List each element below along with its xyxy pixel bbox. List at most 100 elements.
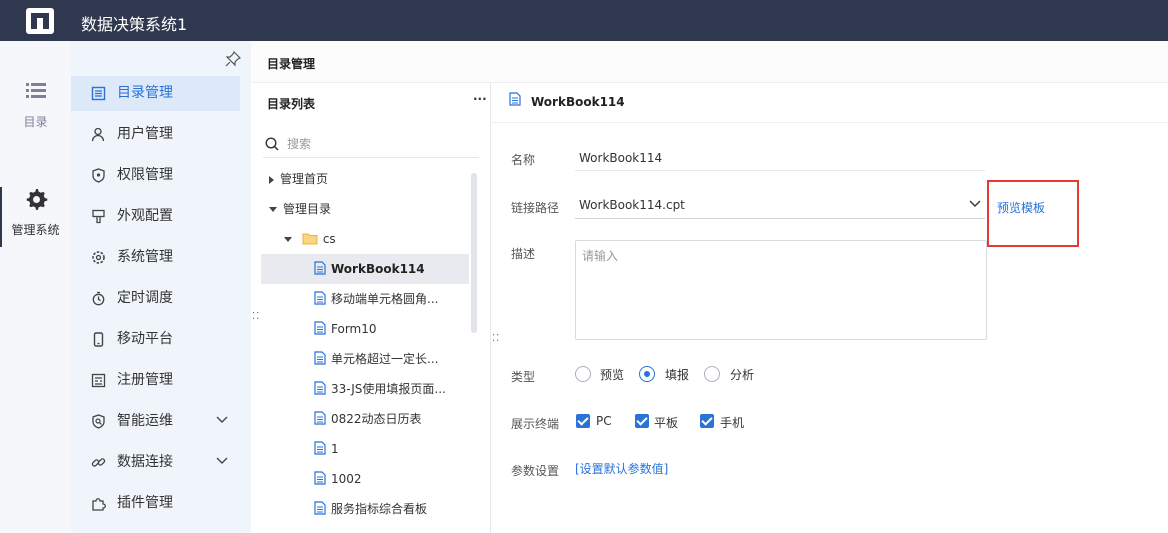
- tree-file[interactable]: 1: [314, 434, 469, 464]
- menu-item-label: 权限管理: [117, 167, 173, 183]
- menu-item-registration[interactable]: 注册管理: [71, 363, 240, 398]
- menu-item-data-connection[interactable]: 数据连接: [71, 445, 240, 480]
- param-label: 参数设置: [511, 464, 560, 478]
- iconbar-catalog[interactable]: 目录: [0, 79, 71, 130]
- brush-icon: [92, 209, 105, 224]
- tree-file[interactable]: Form10: [314, 314, 469, 344]
- tree-node-label: 管理首页: [280, 172, 329, 186]
- timer-icon: [92, 291, 105, 306]
- search-box: [263, 132, 479, 158]
- tree-node[interactable]: 管理目录: [269, 194, 469, 224]
- directory-panel: 目录列表 ··· 管理首页 管理目录 cs WorkBook114 移动端单元格…: [251, 83, 491, 533]
- tree-node[interactable]: 管理首页: [269, 164, 469, 194]
- directory-title: 目录列表: [267, 97, 316, 111]
- tree-node-label: 移动端单元格圆角...: [331, 292, 439, 306]
- resize-handle-icon[interactable]: ⁚⁚: [252, 312, 260, 322]
- tree-node-label: 1002: [331, 472, 362, 486]
- search-icon: [265, 137, 279, 151]
- radio-preview[interactable]: [575, 366, 591, 382]
- icon-sidebar: 目录 管理系统: [0, 41, 71, 533]
- menu-item-label: 目录管理: [117, 85, 173, 101]
- menu-item-schedule[interactable]: 定时调度: [71, 281, 240, 316]
- expand-arrow-icon[interactable]: [269, 175, 274, 184]
- chevron-down-icon[interactable]: [216, 457, 228, 465]
- tree-node-label: 1: [331, 442, 339, 456]
- detail-title: WorkBook114: [531, 95, 625, 109]
- menu-item-label: 智能运维: [117, 413, 173, 429]
- tree-file[interactable]: 0822动态日历表: [314, 404, 469, 434]
- menu-item-permissions[interactable]: 权限管理: [71, 158, 240, 193]
- link-icon: [91, 458, 106, 467]
- file-icon: [314, 501, 326, 515]
- breadcrumb-title: 目录管理: [267, 57, 316, 71]
- menu-item-label: 系统管理: [117, 249, 173, 265]
- path-value: WorkBook114.cpt: [579, 198, 685, 212]
- path-label: 链接路径: [511, 201, 560, 215]
- more-options-icon[interactable]: ···: [473, 92, 487, 106]
- tree-file[interactable]: 1002: [314, 464, 469, 494]
- menu-item-label: 插件管理: [117, 495, 173, 511]
- terminal-label: 展示终端: [511, 417, 560, 431]
- tree-folder[interactable]: cs: [284, 224, 469, 254]
- name-label: 名称: [511, 153, 536, 167]
- tree-node-label: Form10: [331, 322, 377, 336]
- checkbox-pc-label: PC: [596, 414, 612, 428]
- file-icon: [314, 321, 326, 335]
- file-icon: [314, 291, 326, 305]
- tree-file[interactable]: 单元格超过一定长...: [314, 344, 469, 374]
- tree-node-label: cs: [322, 232, 336, 246]
- collapse-arrow-icon[interactable]: [269, 207, 277, 212]
- checkbox-phone-label: 手机: [720, 416, 745, 430]
- list-icon: [25, 83, 46, 98]
- set-default-params-link[interactable]: [设置默认参数值]: [575, 460, 668, 477]
- search-input[interactable]: [287, 135, 467, 153]
- checkbox-tablet-label: 平板: [654, 416, 679, 430]
- file-icon: [314, 261, 326, 275]
- tree-node-label: 33-JS使用填报页面...: [331, 382, 446, 396]
- preview-template-link[interactable]: 预览模板: [997, 199, 1045, 216]
- chevron-down-icon[interactable]: [216, 416, 228, 424]
- mobile-icon: [93, 332, 104, 347]
- tree-node-label: 0822动态日历表: [331, 412, 422, 426]
- chevron-down-icon[interactable]: [969, 200, 981, 208]
- menu-item-label: 移动平台: [117, 331, 173, 347]
- menu-item-mobile[interactable]: 移动平台: [71, 322, 240, 357]
- menu-item-plugins[interactable]: 插件管理: [71, 486, 240, 521]
- tree-file[interactable]: 33-JS使用填报页面...: [314, 374, 469, 404]
- tree-file[interactable]: 服务指标综合看板: [314, 494, 469, 524]
- tree-file[interactable]: 移动端单元格圆角...: [314, 284, 469, 314]
- menu-item-label: 数据连接: [117, 454, 173, 470]
- plugin-icon: [92, 498, 106, 511]
- radio-analysis[interactable]: [704, 366, 720, 382]
- checkbox-tablet[interactable]: [635, 414, 649, 428]
- tree-file-selected[interactable]: WorkBook114: [261, 254, 469, 284]
- menu-item-appearance[interactable]: 外观配置: [71, 199, 240, 234]
- catalog-icon: [91, 86, 106, 101]
- description-label: 描述: [511, 247, 536, 261]
- breadcrumb: 目录管理: [251, 41, 1168, 83]
- menu-item-label: 用户管理: [117, 126, 173, 142]
- description-box: [575, 240, 987, 340]
- menu-item-catalog[interactable]: 目录管理: [71, 76, 240, 111]
- file-icon: [314, 441, 326, 455]
- description-input[interactable]: [582, 247, 978, 333]
- checkbox-phone[interactable]: [700, 414, 714, 428]
- radio-fill[interactable]: [639, 366, 655, 382]
- name-value: WorkBook114: [579, 151, 663, 165]
- iconbar-management[interactable]: 管理系统: [0, 187, 71, 247]
- checkbox-pc[interactable]: [576, 414, 590, 428]
- menu-item-users[interactable]: 用户管理: [71, 117, 240, 152]
- menu-item-smart-ops[interactable]: 智能运维: [71, 404, 240, 439]
- pin-icon[interactable]: [225, 51, 241, 67]
- type-label: 类型: [511, 370, 536, 384]
- radio-preview-label: 预览: [600, 368, 625, 382]
- folder-icon: [302, 233, 318, 244]
- tree-node-label: 服务指标综合看板: [331, 502, 428, 516]
- file-icon: [314, 411, 326, 425]
- menu-item-system[interactable]: 系统管理: [71, 240, 240, 275]
- tree-scrollbar[interactable]: [471, 173, 477, 333]
- ops-icon: [92, 414, 105, 429]
- collapse-arrow-icon[interactable]: [284, 237, 292, 242]
- shield-icon: [92, 168, 105, 183]
- menu-item-label: 外观配置: [117, 208, 173, 224]
